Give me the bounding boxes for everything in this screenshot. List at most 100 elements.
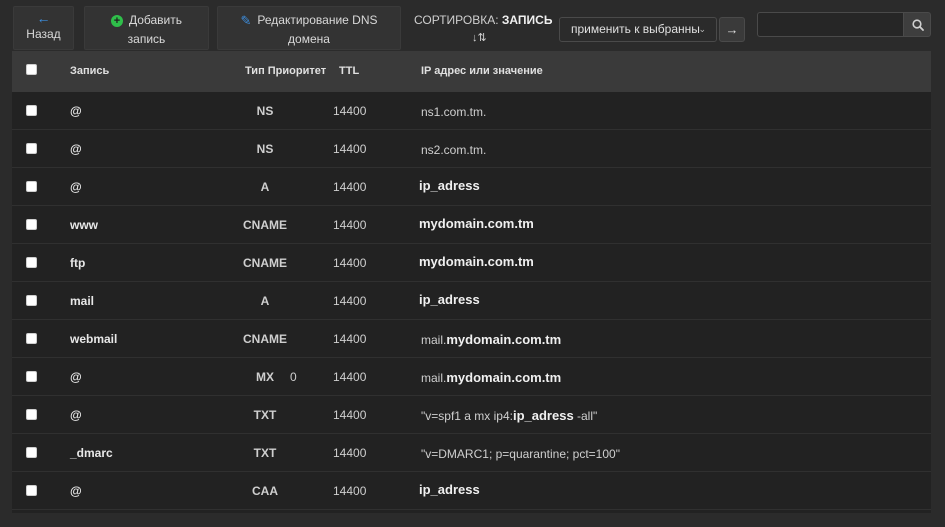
row-checkbox[interactable] (26, 143, 37, 154)
table-row[interactable]: @ TXT 14400 "v=spf1 a mx ip4:ip_adress -all… (12, 396, 931, 434)
table-row[interactable]: mail A 14400 ip_adress (12, 282, 931, 320)
record-value: mydomain.com.tm (419, 254, 534, 269)
table-row[interactable]: @ MX 0 14400 mail.mydomain.com.tm (12, 358, 931, 396)
record-type: CNAME (243, 218, 287, 232)
record-value: mydomain.com.tm (419, 216, 534, 231)
record-value: "v=DMARC1; p=quarantine; pct=100" (421, 446, 620, 461)
value-prefix: mail. (421, 371, 447, 385)
record-type: TXT (253, 408, 277, 422)
value-prefix: ns2.com.tm. (421, 143, 487, 157)
value-highlight: ip_adress (419, 482, 480, 497)
record-name: _dmarc (70, 446, 113, 460)
record-value: mail.mydomain.com.tm (421, 370, 561, 385)
row-checkbox[interactable] (26, 295, 37, 306)
table-row[interactable]: ftp CNAME 14400 mydomain.com.tm (12, 244, 931, 282)
record-name: @ (70, 370, 82, 384)
apply-button[interactable]: → (719, 17, 745, 42)
record-value: ip_adress (419, 178, 480, 193)
add-record-button[interactable]: + Добавить запись (84, 6, 209, 50)
row-checkbox[interactable] (26, 333, 37, 344)
record-ttl: 14400 (333, 446, 367, 460)
record-type: A (260, 180, 270, 194)
arrow-right-icon: → (725, 22, 739, 37)
sort-prefix: СОРТИРОВКА: (414, 13, 499, 27)
bottom-bar (0, 513, 945, 527)
search-icon (912, 19, 924, 31)
table-row[interactable]: www CNAME 14400 mydomain.com.tm (12, 206, 931, 244)
record-type: NS (256, 142, 274, 156)
row-checkbox[interactable] (26, 371, 37, 382)
record-value: ns1.com.tm. (421, 104, 486, 119)
record-ttl: 14400 (333, 218, 367, 232)
header-type-priority: Тип Приоритет (245, 65, 327, 77)
row-checkbox[interactable] (26, 409, 37, 420)
table-row[interactable]: @ NS 14400 ns2.com.tm. (12, 130, 931, 168)
record-type: TXT (253, 446, 277, 460)
record-ttl: 14400 (333, 370, 367, 384)
record-name: @ (70, 180, 82, 194)
record-value: ip_adress (419, 292, 480, 307)
record-name: @ (70, 142, 82, 156)
record-ttl: 14400 (333, 294, 367, 308)
back-button[interactable]: ← Назад (13, 6, 74, 50)
record-type: CNAME (243, 256, 287, 270)
record-ttl: 14400 (333, 142, 367, 156)
arrow-left-icon: ← (36, 10, 51, 26)
record-ttl: 14400 (333, 180, 367, 194)
table-row[interactable]: _dmarc TXT 14400 "v=DMARC1; p=quarantine; p… (12, 434, 931, 472)
value-highlight: ip_adress (419, 178, 480, 193)
add-record-label-2: запись (127, 32, 166, 46)
row-checkbox[interactable] (26, 485, 37, 496)
row-checkbox[interactable] (26, 181, 37, 192)
chevron-down-icon: ⌄ (698, 24, 706, 34)
record-ttl: 14400 (333, 484, 367, 498)
table-header: Запись Тип Приоритет TTL IP адрес или зн… (12, 51, 931, 92)
value-highlight: mydomain.com.tm (446, 370, 562, 385)
row-checkbox[interactable] (26, 447, 37, 458)
record-type: CAA (252, 484, 278, 498)
value-highlight: ip_adress (512, 408, 574, 423)
table-row[interactable]: @ CAA 14400 ip_adress (12, 472, 931, 510)
select-all-checkbox[interactable] (26, 64, 37, 75)
value-highlight: mydomain.com.tm (446, 332, 562, 347)
back-button-label: Назад (26, 27, 61, 41)
record-name: mail (70, 294, 95, 308)
value-prefix: ns1.com.tm. (421, 105, 487, 119)
edit-dns-button[interactable]: ✎ Редактирование DNS домена (217, 6, 401, 50)
sort-alpha-icon[interactable]: ↓⇅ (472, 31, 487, 44)
table-row[interactable]: @ NS 14400 ns1.com.tm. (12, 92, 931, 130)
dns-records-table: Запись Тип Приоритет TTL IP адрес или зн… (12, 51, 931, 513)
toolbar: ← Назад + Добавить запись ✎ Редактирован… (0, 0, 945, 52)
search-button[interactable] (903, 12, 931, 37)
record-value: ns2.com.tm. (421, 142, 486, 157)
header-ttl: TTL (339, 65, 360, 77)
record-name: ftp (70, 256, 86, 270)
record-name: www (70, 218, 99, 232)
sort-control[interactable]: СОРТИРОВКА: ЗАПИСЬ (414, 13, 552, 27)
record-ttl: 14400 (333, 104, 367, 118)
search-input[interactable] (757, 12, 904, 37)
value-prefix: mail. (421, 333, 447, 347)
record-ttl: 14400 (333, 256, 367, 270)
edit-dns-label-1: Редактирование DNS (257, 13, 378, 27)
record-value: "v=spf1 a mx ip4:ip_adress -all" (421, 408, 597, 423)
header-value: IP адрес или значение (421, 65, 543, 77)
record-priority: 0 (290, 370, 297, 384)
row-checkbox[interactable] (26, 105, 37, 116)
header-record: Запись (70, 65, 110, 77)
table-row[interactable]: @ A 14400 ip_adress (12, 168, 931, 206)
value-highlight: ip_adress (419, 292, 480, 307)
value-prefix: "v=DMARC1; p=quarantine; pct=100" (421, 447, 620, 461)
add-record-label-1: Добавить (128, 13, 183, 27)
sort-value: ЗАПИСЬ (501, 13, 553, 27)
bulk-action-select[interactable]: применить к выбранны ⌄ (559, 17, 717, 42)
table-row[interactable]: webmail CNAME 14400 mail.mydomain.com.tm (12, 320, 931, 358)
value-highlight: mydomain.com.tm (419, 216, 534, 231)
row-checkbox[interactable] (26, 219, 37, 230)
record-ttl: 14400 (333, 408, 367, 422)
bulk-action-selected: применить к выбранны (571, 22, 700, 36)
value-suffix: -all" (573, 409, 598, 423)
row-checkbox[interactable] (26, 257, 37, 268)
record-name: webmail (70, 332, 118, 346)
value-highlight: mydomain.com.tm (419, 254, 534, 269)
